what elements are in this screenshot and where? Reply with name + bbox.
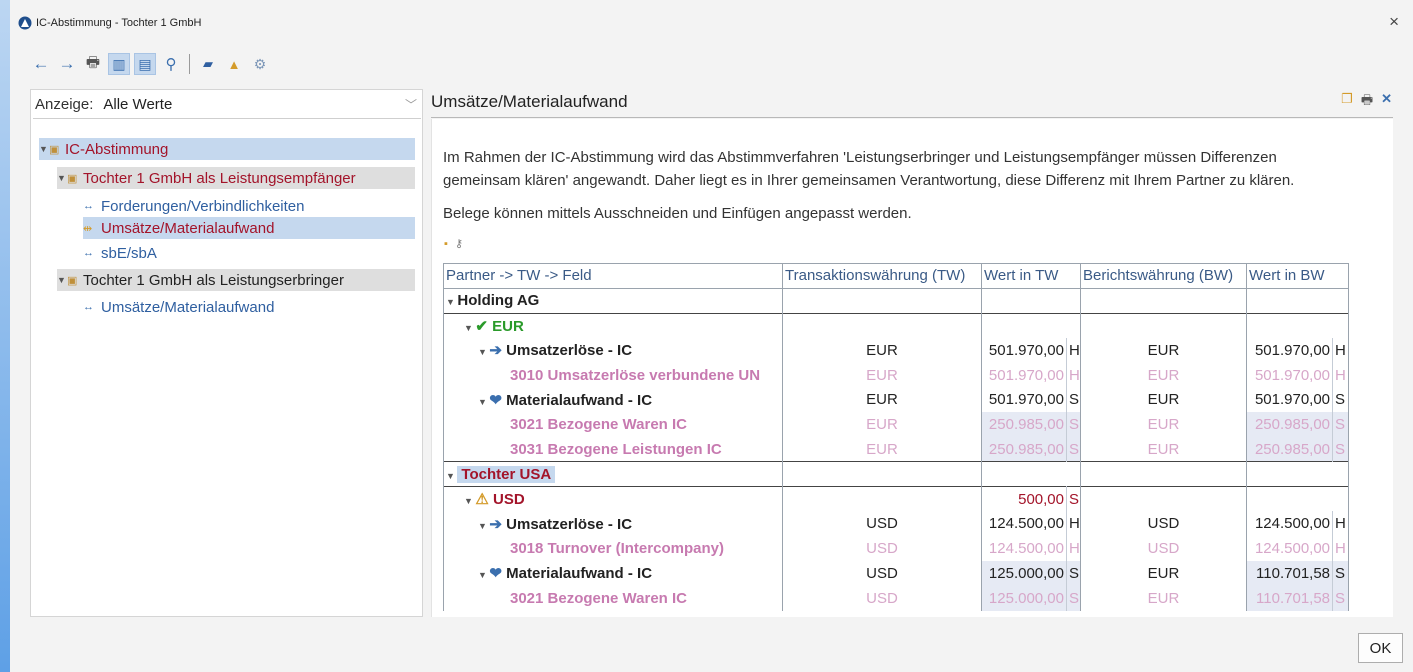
table-row[interactable]: ▼ Tochter USA (443, 461, 1350, 487)
info-paragraph: Im Rahmen der IC-Abstimmung wird das Abs… (443, 146, 1393, 192)
close-panel-icon[interactable]: ✕ (1381, 91, 1392, 113)
expand-arrow-icon[interactable]: ▼ (57, 275, 67, 285)
account-group-cell: ▼ ❤ Materialaufwand - IC (443, 561, 783, 586)
settings-icon[interactable]: ⚙ (249, 53, 271, 75)
title-bar: IC-Abstimmung - Tochter 1 GmbH × (10, 0, 1413, 44)
folder-icon: ▣ (49, 143, 60, 156)
currency-cell: ▼ ✔ EUR (443, 313, 783, 338)
tree-item-forderungen[interactable]: ↔ Forderungen/Verbindlichkeiten (83, 195, 304, 217)
table-row[interactable]: 3010 Umsatzerlöse verbundene UN EUR 501.… (443, 362, 1350, 388)
display-filter-value[interactable]: Alle Werte (103, 96, 172, 113)
page-title: Umsätze/Materialaufwand (431, 92, 628, 111)
column-header[interactable]: Berichtswährung (BW) (1080, 263, 1248, 289)
column-header[interactable]: Transaktionswährung (TW) (782, 263, 982, 289)
display-filter-label: Anzeige: (35, 96, 94, 113)
tree-item-empfaenger[interactable]: ▼ ▣ Tochter 1 GmbH als Leistungsempfänge… (57, 167, 415, 189)
layout-detail-icon[interactable]: ▤ (134, 53, 156, 75)
column-header[interactable]: Wert in TW (981, 263, 1082, 289)
expand-arrow-icon[interactable]: ▼ (39, 144, 49, 154)
currency-cell: ▼ ⚠ USD (443, 486, 783, 512)
navigation-panel: Anzeige: Alle Werte ﹀ ▼ ▣ IC-Abstimmung … (30, 89, 423, 617)
account-group-cell: ▼ ❤ Materialaufwand - IC (443, 387, 783, 413)
tree-item-umsaetze-erbringer[interactable]: ↔ Umsätze/Materialaufwand (83, 296, 274, 318)
window-title: IC-Abstimmung - Tochter 1 GmbH (36, 17, 202, 29)
tree-item-label: Forderungen/Verbindlichkeiten (101, 197, 305, 215)
forward-arrow-icon[interactable]: → (56, 53, 78, 75)
tree-item-label: Tochter 1 GmbH als Leistungserbringer (83, 271, 344, 289)
tree-item-label: Tochter 1 GmbH als Leistungsempfänger (83, 169, 356, 187)
tree-item-erbringer[interactable]: ▼ ▣ Tochter 1 GmbH als Leistungserbringe… (57, 269, 415, 291)
account-cell: 3010 Umsatzerlöse verbundene UN (443, 362, 783, 388)
new-window-icon[interactable]: ❐ (1341, 91, 1353, 113)
table-row[interactable]: 3021 Bezogene Waren IC EUR 250.985,00 S E… (443, 412, 1350, 438)
reconciliation-table: Partner -> TW -> Feld Transaktionswährun… (443, 263, 1350, 611)
folder-open-icon[interactable]: ▰ (197, 53, 219, 75)
account-cell: 3021 Bezogene Waren IC (443, 412, 783, 438)
content-area: Im Rahmen der IC-Abstimmung wird das Abs… (431, 119, 1393, 617)
table-row[interactable]: ▼ ➔ Umsatzerlöse - IC EUR 501.970,00 H EU… (443, 337, 1350, 363)
key-icon[interactable]: ⚷ (455, 238, 463, 250)
info-line-2: gemeinsam klären' angewandt. Daher liegt… (443, 172, 1295, 189)
layout-split-icon[interactable]: ▥ (108, 53, 130, 75)
expand-arrow-icon[interactable]: ▼ (57, 173, 67, 183)
title-divider (431, 117, 1393, 118)
link-arrows-icon: ↔ (83, 301, 94, 313)
print-icon[interactable]: 🖶 (82, 53, 104, 75)
export-icon[interactable]: ▲ (223, 53, 245, 75)
account-cell: 3018 Turnover (Intercompany) (443, 536, 783, 562)
link-arrows-icon: ↔ (83, 200, 94, 212)
tree-item-ic-abstimmung[interactable]: ▼ ▣ IC-Abstimmung (39, 138, 415, 160)
info-line-1: Im Rahmen der IC-Abstimmung wird das Abs… (443, 149, 1277, 166)
account-group-cell: ▼ ➔ Umsatzerlöse - IC (443, 511, 783, 537)
partner-cell: ▼ Holding AG (443, 288, 783, 314)
partner-cell: ▼ Tochter USA (443, 461, 783, 487)
add-document-icon[interactable]: ▪ (444, 238, 448, 250)
panel-actions: ❐ 🖶 ✕ (1341, 91, 1392, 113)
tree-item-label: Umsätze/Materialaufwand (101, 219, 275, 237)
desktop-edge (0, 0, 10, 672)
folder-icon: ▣ (67, 172, 78, 185)
table-header-row: Partner -> TW -> Feld Transaktionswährun… (443, 263, 1350, 289)
back-arrow-icon[interactable]: ← (30, 53, 52, 75)
toolbar-separator (189, 54, 190, 74)
detail-panel: Umsätze/Materialaufwand ❐ 🖶 ✕ Im Rahmen … (431, 89, 1396, 617)
table-row[interactable]: 3018 Turnover (Intercompany) USD 124.500… (443, 536, 1350, 562)
close-icon[interactable]: × (1389, 12, 1399, 32)
tree-item-label: sbE/sbA (101, 244, 157, 262)
dialog-window: IC-Abstimmung - Tochter 1 GmbH × ← → 🖶 ▥… (10, 0, 1413, 672)
folder-icon: ▣ (67, 274, 78, 287)
account-cell: 3031 Bezogene Leistungen IC (443, 437, 783, 462)
warning-arrows-icon: ⇹ (83, 222, 93, 235)
table-row[interactable]: 3021 Bezogene Waren IC USD 125.000,00 S E… (443, 585, 1350, 611)
tree-item-label: IC-Abstimmung (65, 140, 169, 158)
toolbar: ← → 🖶 ▥ ▤ ⚲ ▰ ▲ ⚙ (30, 52, 271, 76)
hint-paragraph: Belege können mittels Ausschneiden und E… (443, 205, 912, 222)
tree-item-sbe-sba[interactable]: ↔ sbE/sbA (83, 242, 157, 264)
chevron-down-icon[interactable]: ﹀ (405, 96, 417, 113)
table-row[interactable]: ▼ ⚠ USD 500,00 S (443, 486, 1350, 512)
table-row[interactable]: ▼ ❤ Materialaufwand - IC EUR 501.970,00 S… (443, 387, 1350, 413)
table-row[interactable]: ▼ ❤ Materialaufwand - IC USD 125.000,00 S… (443, 561, 1350, 586)
account-cell: 3021 Bezogene Waren IC (443, 585, 783, 611)
column-header[interactable]: Wert in BW (1246, 263, 1350, 289)
ok-button[interactable]: OK (1358, 633, 1403, 663)
display-filter[interactable]: Anzeige: Alle Werte ﹀ (33, 91, 421, 119)
link-arrows-icon: ↔ (83, 247, 94, 259)
app-logo-icon (18, 16, 32, 30)
search-icon[interactable]: ⚲ (160, 53, 182, 75)
column-header[interactable]: Partner -> TW -> Feld (443, 263, 783, 289)
table-row[interactable]: ▼ ✔ EUR (443, 313, 1350, 338)
grid-tools: ▪ ⚷ (444, 237, 463, 250)
print-icon[interactable]: 🖶 (1361, 91, 1373, 113)
table-row[interactable]: 3031 Bezogene Leistungen IC EUR 250.985,… (443, 437, 1350, 462)
account-group-cell: ▼ ➔ Umsatzerlöse - IC (443, 337, 783, 363)
tree-item-label: Umsätze/Materialaufwand (101, 298, 275, 316)
table-row[interactable]: ▼ Holding AG (443, 288, 1350, 314)
table-row[interactable]: ▼ ➔ Umsatzerlöse - IC USD 124.500,00 H US… (443, 511, 1350, 537)
tree-item-umsaetze-selected[interactable]: ⇹ Umsätze/Materialaufwand (83, 217, 415, 239)
